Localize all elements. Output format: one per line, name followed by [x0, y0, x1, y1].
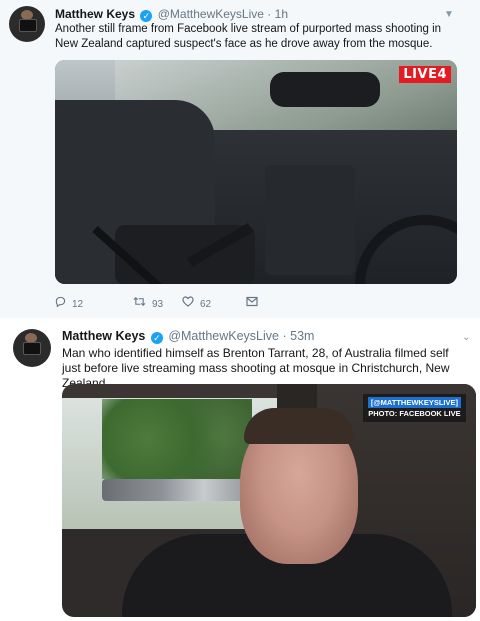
like-count: 62 [200, 299, 212, 310]
message-button[interactable] [246, 296, 264, 310]
reply-icon [55, 296, 66, 310]
reply-count: 12 [72, 299, 84, 310]
tweet-media[interactable]: [@MATTHEWKEYSLIVE] PHOTO: FACEBOOK LIVE [62, 384, 476, 617]
avatar-camera [19, 19, 37, 32]
avatar-camera [23, 342, 41, 355]
media-center-console [265, 165, 355, 275]
retweet-icon [133, 296, 146, 310]
chevron-down-icon[interactable]: ⌄ [462, 332, 470, 343]
media-rearview-mirror [270, 72, 380, 107]
tweet-media[interactable]: LIVE4 [55, 60, 457, 284]
separator: · [267, 7, 272, 21]
author-handle[interactable]: @MatthewKeysLive [168, 329, 279, 343]
live-badge: LIVE4 [399, 66, 451, 83]
like-icon [182, 296, 194, 310]
author-name[interactable]: Matthew Keys [55, 7, 135, 21]
credit-source: PHOTO: FACEBOOK LIVE [368, 409, 461, 418]
avatar[interactable] [13, 329, 51, 367]
media-person-hair [244, 408, 354, 444]
separator: · [282, 329, 287, 343]
tweet-header: Matthew Keys ✓ @MatthewKeysLive · 53m [62, 329, 314, 344]
author-name[interactable]: Matthew Keys [62, 329, 145, 343]
author-handle[interactable]: @MatthewKeysLive [158, 7, 264, 21]
retweet-count: 93 [152, 299, 164, 310]
reply-button[interactable]: 12 [55, 296, 83, 310]
like-button[interactable]: 62 [182, 296, 211, 310]
media-credit-tag: [@MATTHEWKEYSLIVE] PHOTO: FACEBOOK LIVE [362, 394, 466, 422]
tweet-header: Matthew Keys ✓ @MatthewKeysLive · 1h [55, 7, 288, 22]
verified-icon: ✓ [140, 10, 153, 22]
credit-handle: [@MATTHEWKEYSLIVE] [367, 397, 461, 408]
tweet-text: Another still frame from Facebook live s… [55, 23, 442, 50]
chevron-down-icon[interactable]: ▼ [444, 9, 454, 20]
media-trees [102, 399, 252, 479]
timestamp[interactable]: 53m [290, 329, 314, 343]
retweet-button[interactable]: 93 [133, 296, 163, 310]
avatar[interactable] [9, 6, 45, 42]
message-icon [246, 296, 258, 310]
verified-icon: ✓ [150, 332, 163, 344]
tweet-1[interactable]: Matthew Keys ✓ @MatthewKeysLive · 1h ▼ A… [0, 0, 480, 318]
timestamp[interactable]: 1h [275, 7, 288, 21]
